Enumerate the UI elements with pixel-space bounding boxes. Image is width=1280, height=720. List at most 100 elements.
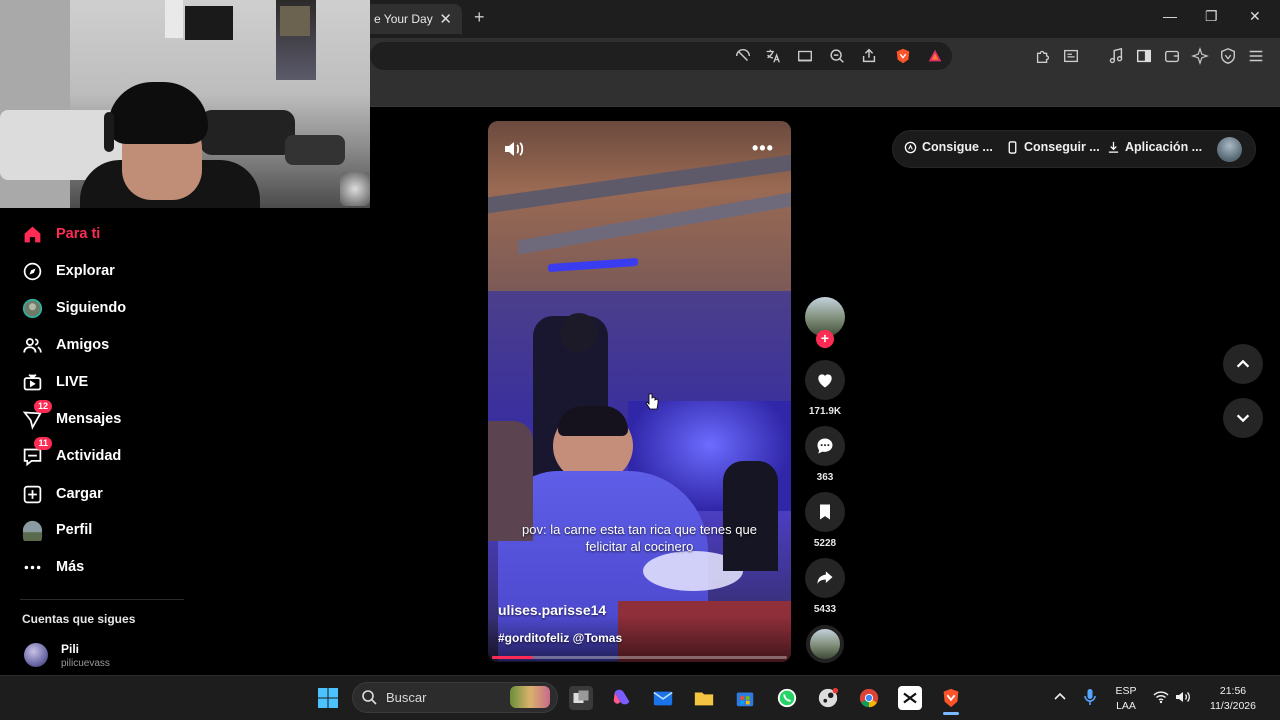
chrome-icon[interactable] [857, 686, 881, 710]
sidebar-divider [20, 599, 184, 600]
previous-video-button[interactable] [1223, 344, 1263, 384]
language-indicator[interactable]: ESP [1110, 685, 1142, 697]
sidebar-item-label: Amigos [56, 337, 110, 353]
video-progress-fill [492, 656, 534, 659]
sidebar-item-mas[interactable]: Más [20, 554, 84, 580]
zoom-icon[interactable] [827, 46, 847, 66]
cast-icon[interactable] [795, 46, 815, 66]
download-icon [1108, 141, 1119, 153]
follow-plus-button[interactable]: + [816, 330, 834, 348]
coin-icon [904, 141, 917, 153]
whatsapp-icon[interactable] [775, 686, 799, 710]
sidebar-item-label: Perfil [56, 522, 93, 538]
copilot-icon[interactable] [610, 686, 634, 710]
share-arrow-icon[interactable] [805, 558, 845, 598]
share-action[interactable]: 5433 [804, 558, 846, 615]
steam-icon[interactable] [816, 686, 840, 710]
no-translate-icon[interactable] [733, 46, 753, 66]
menu-icon[interactable] [1246, 46, 1266, 66]
clock-time[interactable]: 21:56 [1200, 685, 1266, 697]
sidebar-item-live[interactable]: LIVE [20, 369, 88, 395]
sidebar-item-siguiendo[interactable]: Siguiendo [20, 295, 126, 321]
heart-icon[interactable] [805, 360, 845, 400]
following-account-name[interactable]: Pili [61, 642, 79, 656]
microphone-icon[interactable] [1083, 688, 1097, 706]
bookmark-icon[interactable] [805, 492, 845, 532]
following-section-title: Cuentas que sigues [22, 612, 136, 626]
comment-icon[interactable] [805, 426, 845, 466]
sidebar-item-cargar[interactable]: Cargar [20, 481, 103, 507]
keyboard-layout-indicator[interactable]: LAA [1110, 700, 1142, 712]
live-tv-icon [20, 370, 44, 394]
minimize-button[interactable]: — [1163, 8, 1177, 24]
like-action[interactable]: 171.9K [804, 360, 846, 417]
like-count: 171.9K [808, 406, 842, 417]
brave-rewards-icon[interactable] [925, 46, 945, 66]
extensions-icon[interactable] [1033, 46, 1053, 66]
phone-icon [1008, 140, 1017, 154]
home-icon [20, 222, 44, 246]
volume-icon[interactable] [502, 137, 526, 161]
compass-icon [20, 259, 44, 283]
sidebar-item-label: Actividad [56, 448, 122, 464]
file-explorer-icon[interactable] [692, 686, 716, 710]
save-count: 5228 [813, 538, 837, 549]
get-coins-button[interactable]: Consigue ... [904, 140, 993, 154]
music-disc-icon[interactable] [806, 625, 844, 663]
sidebar-item-para-ti[interactable]: Para ti [20, 221, 100, 247]
browser-tab[interactable]: e Your Day ✕ [370, 4, 462, 34]
vpn-icon[interactable] [1218, 46, 1238, 66]
media-icon[interactable] [1106, 46, 1126, 66]
window-close-button[interactable]: ✕ [1249, 8, 1261, 25]
save-action[interactable]: 5228 [804, 492, 846, 549]
share-icon[interactable] [859, 46, 879, 66]
sidebar-item-label: Cargar [56, 486, 103, 502]
tray-expand-icon[interactable] [1053, 690, 1067, 704]
comment-count: 363 [816, 472, 834, 483]
screen: e Your Day ✕ + — ❐ ✕ Para ti Explorar Si… [0, 0, 1280, 720]
sidebar-item-explorar[interactable]: Explorar [20, 258, 115, 284]
wifi-icon[interactable] [1153, 690, 1169, 704]
leo-icon[interactable] [1190, 46, 1210, 66]
brave-shields-icon[interactable] [893, 46, 913, 66]
outlook-icon[interactable] [651, 686, 675, 710]
clock-date[interactable]: 11/3/2026 [1200, 700, 1266, 712]
sidebar-icon[interactable] [1134, 46, 1154, 66]
sidebar-item-amigos[interactable]: Amigos [20, 332, 109, 358]
windows-start-icon[interactable] [316, 686, 340, 710]
next-video-button[interactable] [1223, 398, 1263, 438]
volume-tray-icon[interactable] [1175, 690, 1191, 704]
more-dots-icon [20, 555, 44, 579]
video-author[interactable]: ulises.parisse14 [498, 602, 606, 618]
brave-browser-icon[interactable] [939, 686, 963, 710]
tab-title: e Your Day [374, 12, 433, 26]
sidebar-item-actividad[interactable]: 11 Actividad [20, 437, 122, 469]
sidebar-item-mensajes[interactable]: 12 Mensajes [20, 400, 122, 432]
comment-action[interactable]: 363 [804, 426, 846, 483]
video-tags[interactable]: #gorditofeliz @Tomas [498, 631, 622, 645]
video-player[interactable]: ••• pov: la carne esta tan rica que tene… [488, 121, 791, 662]
following-avatar-icon [20, 296, 44, 320]
task-view-icon[interactable] [569, 686, 593, 710]
desktop-app-button[interactable]: Aplicación ... [1107, 140, 1202, 154]
friends-icon [20, 333, 44, 357]
capcut-icon[interactable] [898, 686, 922, 710]
sidebar-item-label: Siguiendo [56, 300, 127, 316]
avatar[interactable] [24, 643, 48, 667]
following-account-username: pilicuevass [61, 658, 110, 669]
video-progress-bar[interactable] [492, 656, 787, 659]
get-app-button[interactable]: Conseguir ... [1006, 140, 1100, 154]
restore-button[interactable]: ❐ [1205, 8, 1218, 25]
wallet-icon[interactable] [1162, 46, 1182, 66]
sidebar-item-label: Mensajes [56, 411, 122, 427]
activity-badge: 11 [34, 437, 52, 450]
sidebar-item-perfil[interactable]: Perfil [20, 517, 92, 543]
more-options-button[interactable]: ••• [752, 138, 774, 159]
reader-icon[interactable] [1061, 46, 1081, 66]
translate-icon[interactable] [763, 46, 783, 66]
new-tab-button[interactable]: + [474, 7, 485, 28]
avatar[interactable] [1217, 137, 1242, 162]
tab-close-icon[interactable]: ✕ [439, 10, 452, 28]
microsoft-store-icon[interactable] [733, 686, 757, 710]
chevron-down-icon [1236, 414, 1250, 423]
